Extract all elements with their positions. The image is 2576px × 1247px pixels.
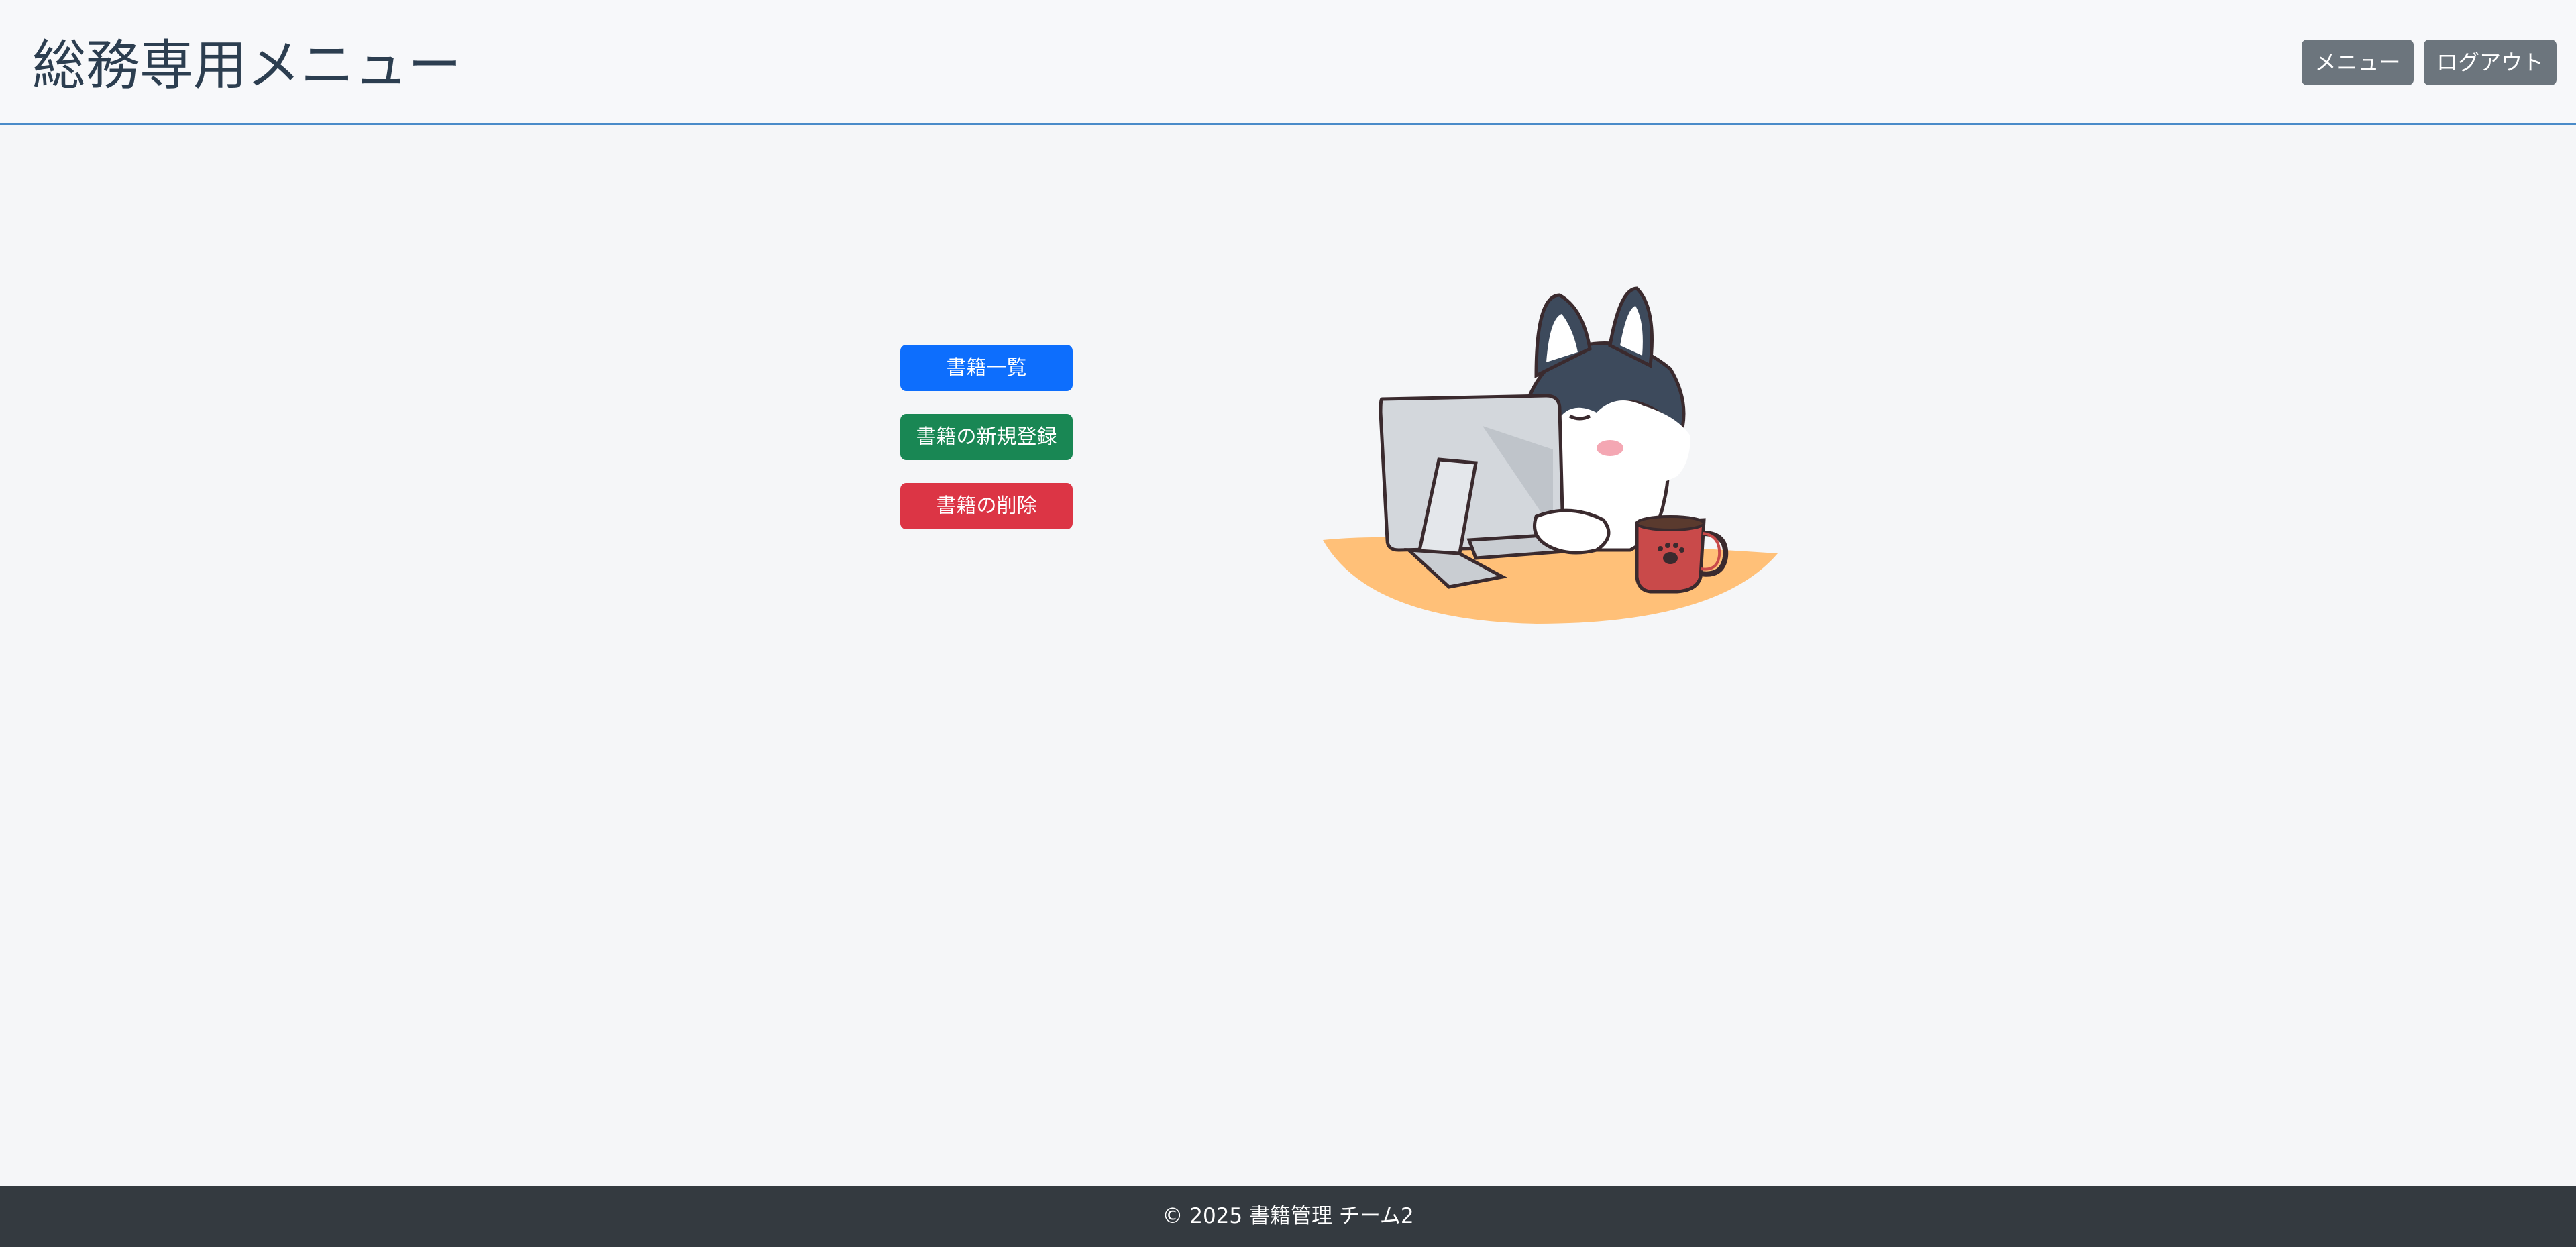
- husky-at-computer-illustration: [1323, 286, 1778, 624]
- book-register-button[interactable]: 書籍の新規登録: [900, 414, 1073, 460]
- book-delete-button[interactable]: 書籍の削除: [900, 483, 1073, 529]
- footer: © 2025 書籍管理 チーム2: [0, 1186, 2576, 1247]
- page: 総務専用メニュー メニュー ログアウト 書籍一覧 書籍の新規登録 書籍の削除 ©…: [0, 0, 2576, 1247]
- logout-button[interactable]: ログアウト: [2424, 40, 2557, 85]
- menu-button[interactable]: メニュー: [2302, 40, 2414, 85]
- copyright-text: © 2025 書籍管理 チーム2: [1162, 1204, 1414, 1228]
- header: 総務専用メニュー メニュー ログアウト: [0, 0, 2576, 125]
- page-title: 総務専用メニュー: [32, 34, 462, 97]
- book-list-button[interactable]: 書籍一覧: [900, 345, 1073, 391]
